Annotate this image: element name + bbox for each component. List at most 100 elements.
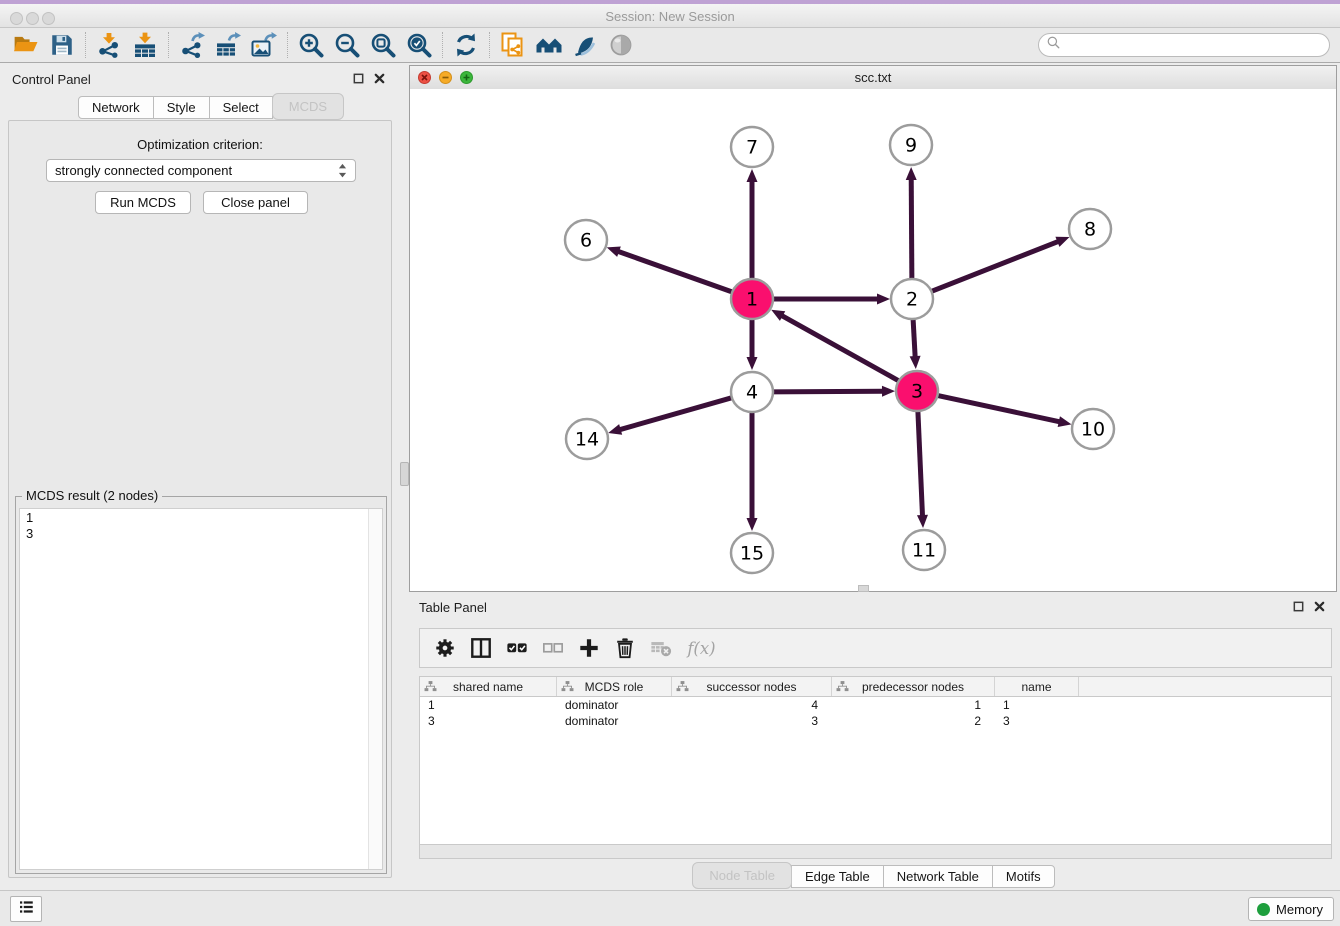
table-cell[interactable]: 1 <box>995 698 1079 712</box>
table-row[interactable]: 1dominator411 <box>420 697 1331 713</box>
node-label-3: 3 <box>911 381 923 403</box>
column-label: MCDS role <box>585 680 644 694</box>
edge-arrowhead <box>917 515 928 528</box>
tab-network[interactable]: Network <box>78 96 154 119</box>
tab-edge-table[interactable]: Edge Table <box>791 865 884 888</box>
network-window-titlebar[interactable]: scc.txt <box>410 66 1336 90</box>
node-label-9: 9 <box>905 135 917 157</box>
table-hscrollbar[interactable] <box>419 845 1332 859</box>
criterion-dropdown[interactable]: strongly connected component <box>46 159 356 182</box>
table-cell[interactable]: 3 <box>420 714 557 728</box>
settings-button[interactable] <box>434 636 456 660</box>
edge-2-9[interactable] <box>911 179 912 280</box>
delete-table-button[interactable] <box>650 636 672 660</box>
table-cell[interactable]: 1 <box>832 698 995 712</box>
edge-1-6[interactable] <box>618 251 734 292</box>
table-cell[interactable]: dominator <box>557 698 672 712</box>
result-item[interactable]: 3 <box>20 525 382 541</box>
edge-4-14[interactable] <box>620 397 734 429</box>
tab-select[interactable]: Select <box>209 96 273 119</box>
network-canvas[interactable]: 7968124314101511 <box>410 89 1336 591</box>
tab-style[interactable]: Style <box>153 96 210 119</box>
tab-mcds[interactable]: MCDS <box>272 93 344 120</box>
zoom-selected-button[interactable] <box>401 30 437 60</box>
import-table-button[interactable] <box>127 30 163 60</box>
add-row-button[interactable] <box>578 636 600 660</box>
edge-4-3[interactable] <box>771 391 883 392</box>
edge-arrowhead <box>747 357 758 370</box>
run-mcds-button[interactable]: Run MCDS <box>95 191 191 214</box>
result-scrollbar[interactable] <box>368 509 382 869</box>
column-header-MCDS-role[interactable]: MCDS role <box>557 677 672 696</box>
close-table-panel-icon[interactable] <box>1313 600 1326 618</box>
node-table: shared name MCDS role successor nodesprede… <box>419 676 1332 845</box>
toolbar-separator <box>442 32 443 58</box>
export-image-button[interactable] <box>246 30 282 60</box>
panel-splitter[interactable] <box>399 63 409 890</box>
network-graph[interactable]: 7968124314101511 <box>410 89 1336 591</box>
task-history-button[interactable] <box>10 896 42 922</box>
edge-arrowhead <box>1058 416 1072 427</box>
edge-arrowhead <box>1055 237 1069 247</box>
table-cell[interactable]: 4 <box>672 698 832 712</box>
zoom-fit-button[interactable] <box>365 30 401 60</box>
visibility-button[interactable] <box>567 30 603 60</box>
criterion-value: strongly connected component <box>55 163 232 178</box>
table-cell[interactable]: 3 <box>995 714 1079 728</box>
search-input[interactable] <box>1061 35 1329 55</box>
deselect-all-rows-button[interactable] <box>542 636 564 660</box>
search-box[interactable] <box>1038 33 1330 57</box>
memory-button[interactable]: Memory <box>1248 897 1334 921</box>
app-titlebar: Session: New Session <box>0 0 1340 28</box>
close-panel-icon[interactable] <box>373 72 386 90</box>
column-label: shared name <box>453 680 523 694</box>
open-file-button[interactable] <box>8 30 44 60</box>
mcds-result-list[interactable]: 13 <box>19 508 383 870</box>
table-panel-title: Table Panel <box>419 600 487 615</box>
split-view-button[interactable] <box>470 636 492 660</box>
edge-3-1[interactable] <box>782 316 901 382</box>
node-label-8: 8 <box>1084 219 1096 241</box>
network-title: scc.txt <box>410 70 1336 85</box>
edge-3-11[interactable] <box>918 410 923 516</box>
result-item[interactable]: 1 <box>20 509 382 525</box>
zoom-in-button[interactable] <box>293 30 329 60</box>
node-label-6: 6 <box>580 230 592 252</box>
column-header-successor-nodes[interactable]: successor nodes <box>672 677 832 696</box>
close-panel-button[interactable]: Close panel <box>203 191 308 214</box>
float-table-panel-icon[interactable] <box>1292 600 1305 618</box>
import-network-button[interactable] <box>91 30 127 60</box>
splitter-grip[interactable] <box>400 462 409 486</box>
float-panel-icon[interactable] <box>352 72 365 90</box>
tab-node-table[interactable]: Node Table <box>692 862 792 889</box>
export-network-button[interactable] <box>174 30 210 60</box>
edge-2-8[interactable] <box>930 241 1059 292</box>
export-table-button[interactable] <box>210 30 246 60</box>
edge-3-10[interactable] <box>936 395 1060 422</box>
delete-row-button[interactable] <box>614 636 636 660</box>
column-header-shared-name[interactable]: shared name <box>420 677 557 696</box>
clone-network-button[interactable] <box>495 30 531 60</box>
table-row[interactable]: 3dominator323 <box>420 713 1331 729</box>
zoom-out-button[interactable] <box>329 30 365 60</box>
column-header-name[interactable]: name <box>995 677 1079 696</box>
refresh-view-button[interactable] <box>448 30 484 60</box>
sphere-button[interactable] <box>603 30 639 60</box>
edge-2-3[interactable] <box>913 318 915 357</box>
table-cell[interactable]: 2 <box>832 714 995 728</box>
home-button[interactable] <box>531 30 567 60</box>
apply-function-button[interactable]: f(x) <box>686 636 718 660</box>
table-panel: Table Panel f(x) shared name MCDS role suc… <box>409 595 1338 888</box>
table-cell[interactable]: 1 <box>420 698 557 712</box>
save-session-button[interactable] <box>44 30 80 60</box>
tab-motifs[interactable]: Motifs <box>992 865 1055 888</box>
tab-network-table[interactable]: Network Table <box>883 865 993 888</box>
toolbar-separator <box>85 32 86 58</box>
table-cell[interactable]: dominator <box>557 714 672 728</box>
select-all-rows-button[interactable] <box>506 636 528 660</box>
node-label-11: 11 <box>912 540 936 562</box>
table-cell[interactable]: 3 <box>672 714 832 728</box>
node-label-4: 4 <box>746 382 758 404</box>
column-header-predecessor-nodes[interactable]: predecessor nodes <box>832 677 995 696</box>
network-resize-grip[interactable] <box>858 585 869 592</box>
